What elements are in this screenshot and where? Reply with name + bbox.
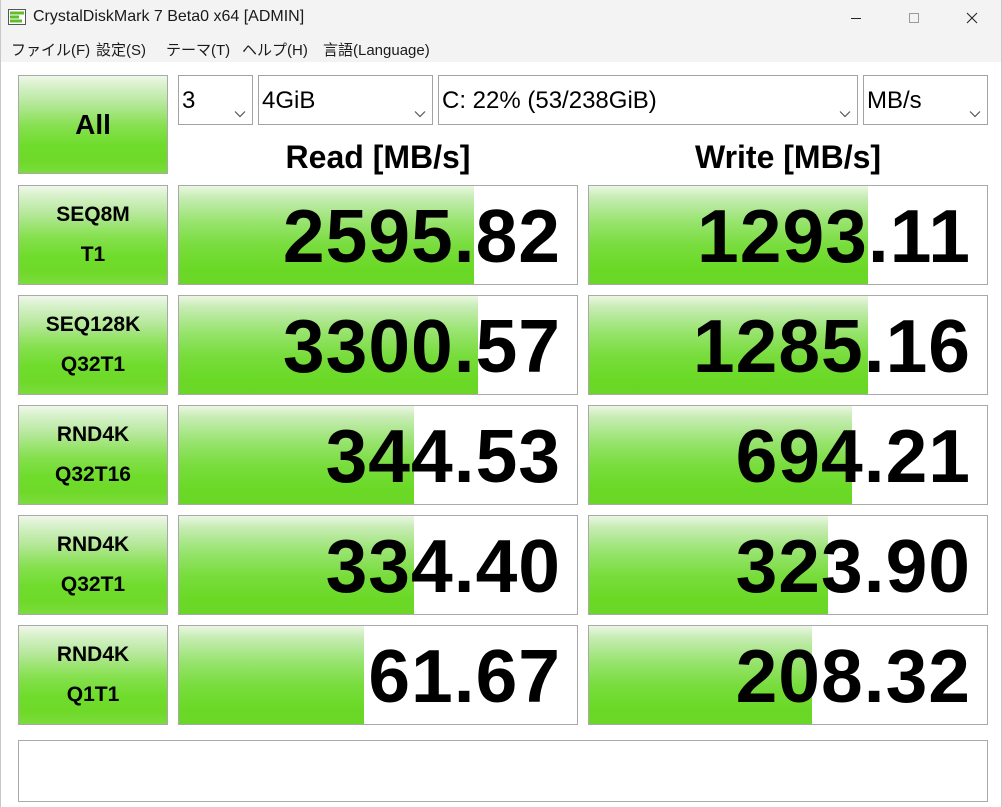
chevron-down-icon [969,97,981,125]
test-count-select[interactable]: 3 [178,75,253,125]
unit-select[interactable]: MB/s [863,75,988,125]
write-result-value: 1293.11 [697,194,971,278]
test-name-line2: Q32T1 [60,353,126,376]
comment-input[interactable] [18,740,988,802]
run-all-label: All [75,108,111,140]
menu-help[interactable]: ヘルプ(H) [242,39,308,60]
unit-value: MB/s [867,87,922,114]
write-column-header: Write [MB/s] [694,139,882,175]
test-name-line2: Q1T1 [66,683,120,706]
chevron-down-icon [234,97,246,125]
test-name-line1: SEQ8M [56,203,130,226]
run-all-button[interactable]: All [18,75,168,174]
test-name-line1: SEQ128K [45,313,141,336]
write-result-cell: 208.32 [588,625,988,725]
menu-settings[interactable]: 設定(S) [96,39,146,60]
menu-file[interactable]: ファイル(F) [11,39,90,60]
title-bar[interactable]: CrystalDiskMark 7 Beta0 x64 [ADMIN] [1,0,1001,35]
crystaldiskmark-icon [8,9,26,25]
chevron-down-icon [839,97,851,125]
test-button-rnd4k-q1t1[interactable]: RND4K Q1T1 [18,625,168,725]
read-result-bar [179,626,365,724]
minimize-icon [850,12,862,24]
maximize-icon [908,12,920,24]
read-result-value: 344.53 [325,414,561,498]
write-result-cell: 694.21 [588,405,988,505]
read-result-value: 3300.57 [282,304,561,388]
test-size-select[interactable]: 4GiB [258,75,433,125]
menu-theme[interactable]: テーマ(T) [166,39,230,60]
test-button-seq8m-t1[interactable]: SEQ8M T1 [18,185,168,285]
write-result-cell: 1293.11 [588,185,988,285]
test-name-line1: RND4K [56,533,130,556]
test-button-rnd4k-q32t1[interactable]: RND4K Q32T1 [18,515,168,615]
read-result-value: 2595.82 [282,194,561,278]
test-button-rnd4k-q32t16[interactable]: RND4K Q32T16 [18,405,168,505]
write-result-cell: 1285.16 [588,295,988,395]
test-size-value: 4GiB [262,87,316,114]
menu-bar: ファイル(F) 設定(S) テーマ(T) ヘルプ(H) 言語(Language) [1,35,1001,62]
test-name-line1: RND4K [56,423,130,446]
read-result-cell: 344.53 [178,405,578,505]
maximize-button[interactable] [885,0,943,35]
write-result-value: 694.21 [735,414,971,498]
benchmark-panel: All 3 4GiB C: 22% (53/238GiB) MB/s Read … [1,62,1001,807]
test-count-value: 3 [182,87,196,114]
minimize-button[interactable] [827,0,885,35]
close-button[interactable] [943,0,1001,35]
read-result-cell: 3300.57 [178,295,578,395]
close-icon [966,12,978,24]
window-title: CrystalDiskMark 7 Beta0 x64 [ADMIN] [33,8,305,25]
read-result-value: 334.40 [325,524,561,608]
read-column-header: Read [MB/s] [285,139,471,175]
write-result-value: 323.90 [735,524,971,608]
test-name-line2: Q32T16 [55,463,131,486]
drive-select[interactable]: C: 22% (53/238GiB) [438,75,858,125]
test-button-seq128k-q32t1[interactable]: SEQ128K Q32T1 [18,295,168,395]
menu-language[interactable]: 言語(Language) [323,39,430,60]
write-result-value: 1285.16 [692,304,971,388]
read-result-cell: 2595.82 [178,185,578,285]
test-name-line1: RND4K [56,643,130,666]
crystaldiskmark-window: CrystalDiskMark 7 Beta0 x64 [ADMIN] ファイル… [0,0,1002,807]
read-result-cell: 334.40 [178,515,578,615]
chevron-down-icon [414,97,426,125]
test-name-line2: T1 [80,243,106,266]
write-result-cell: 323.90 [588,515,988,615]
read-result-value: 61.67 [368,634,561,718]
drive-value: C: 22% (53/238GiB) [442,87,657,114]
read-result-cell: 61.67 [178,625,578,725]
test-name-line2: Q32T1 [60,573,126,596]
write-result-value: 208.32 [735,634,971,718]
